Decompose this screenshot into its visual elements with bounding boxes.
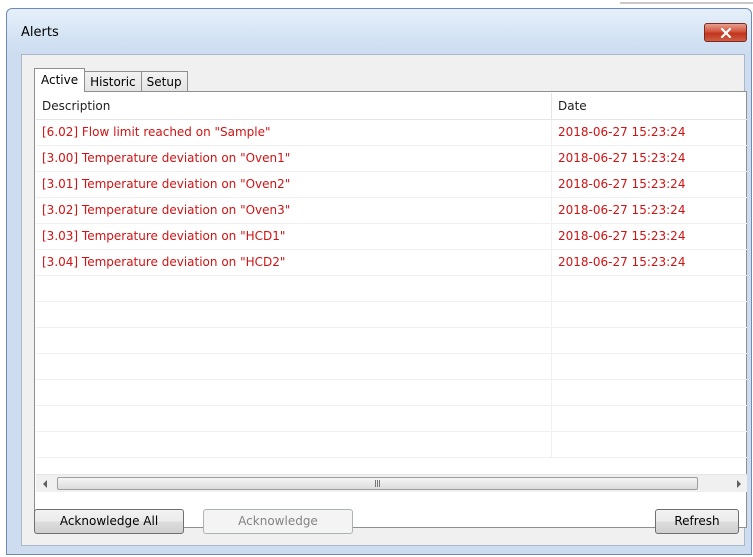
empty-cell	[36, 432, 552, 457]
list-rows: [6.02] Flow limit reached on "Sample" 20…	[36, 120, 747, 458]
table-row[interactable]: [3.04] Temperature deviation on "HCD2" 2…	[36, 250, 747, 276]
table-row[interactable]: [3.03] Temperature deviation on "HCD1" 2…	[36, 224, 747, 250]
table-row[interactable]: [3.02] Temperature deviation on "Oven3" …	[36, 198, 747, 224]
background-edge	[620, 2, 753, 4]
empty-row	[36, 380, 747, 406]
empty-row	[36, 354, 747, 380]
table-row[interactable]: [6.02] Flow limit reached on "Sample" 20…	[36, 120, 747, 146]
acknowledge-button[interactable]: Acknowledge	[203, 509, 353, 534]
window-client-area: Active Historic Setup Description Date […	[21, 54, 747, 546]
empty-cell	[36, 406, 552, 431]
tab-strip: Active Historic Setup	[34, 68, 188, 92]
tab-setup[interactable]: Setup	[140, 71, 188, 92]
empty-row	[36, 432, 747, 458]
acknowledge-all-button[interactable]: Acknowledge All	[34, 509, 184, 534]
empty-cell	[36, 380, 552, 405]
row-date: 2018-06-27 15:23:24	[558, 203, 686, 217]
alerts-window: Alerts Active Historic Setup Description…	[6, 8, 752, 555]
list-header: Description Date	[36, 93, 747, 120]
empty-row	[36, 302, 747, 328]
empty-row	[36, 406, 747, 432]
row-date: 2018-06-27 15:23:24	[558, 125, 686, 139]
tab-historic[interactable]: Historic	[84, 71, 142, 92]
scroll-thumb[interactable]	[57, 477, 698, 490]
window-title: Alerts	[21, 25, 59, 40]
arrow-left-icon	[42, 479, 47, 488]
empty-row	[36, 328, 747, 354]
empty-cell	[36, 302, 552, 327]
row-date: 2018-06-27 15:23:24	[558, 229, 686, 243]
empty-row	[36, 276, 747, 302]
horizontal-scrollbar[interactable]	[36, 474, 747, 492]
column-header-description[interactable]: Description	[36, 93, 552, 119]
close-button[interactable]	[704, 23, 747, 42]
row-date: 2018-06-27 15:23:24	[558, 151, 686, 165]
row-description: [3.01] Temperature deviation on "Oven2"	[36, 172, 552, 197]
arrow-right-icon	[736, 479, 741, 488]
table-row[interactable]: [3.01] Temperature deviation on "Oven2" …	[36, 172, 747, 198]
grip-icon	[375, 480, 380, 487]
empty-cell	[36, 276, 552, 301]
row-description: [3.04] Temperature deviation on "HCD2"	[36, 250, 552, 275]
alerts-list[interactable]: Description Date [6.02] Flow limit reach…	[36, 93, 747, 471]
scroll-right-button[interactable]	[730, 475, 747, 492]
tab-panel-active: Description Date [6.02] Flow limit reach…	[34, 91, 747, 528]
row-description: [6.02] Flow limit reached on "Sample"	[36, 120, 552, 145]
row-date: 2018-06-27 15:23:24	[558, 255, 686, 269]
row-description: [3.00] Temperature deviation on "Oven1"	[36, 146, 552, 171]
tab-active[interactable]: Active	[34, 68, 86, 92]
scroll-left-button[interactable]	[36, 475, 53, 492]
empty-cell	[36, 354, 552, 379]
close-icon	[720, 27, 731, 38]
row-description: [3.02] Temperature deviation on "Oven3"	[36, 198, 552, 223]
row-date: 2018-06-27 15:23:24	[558, 177, 686, 191]
table-row[interactable]: [3.00] Temperature deviation on "Oven1" …	[36, 146, 747, 172]
refresh-button[interactable]: Refresh	[655, 509, 739, 534]
row-description: [3.03] Temperature deviation on "HCD1"	[36, 224, 552, 249]
empty-cell	[36, 328, 552, 353]
column-header-date[interactable]: Date	[552, 93, 747, 119]
